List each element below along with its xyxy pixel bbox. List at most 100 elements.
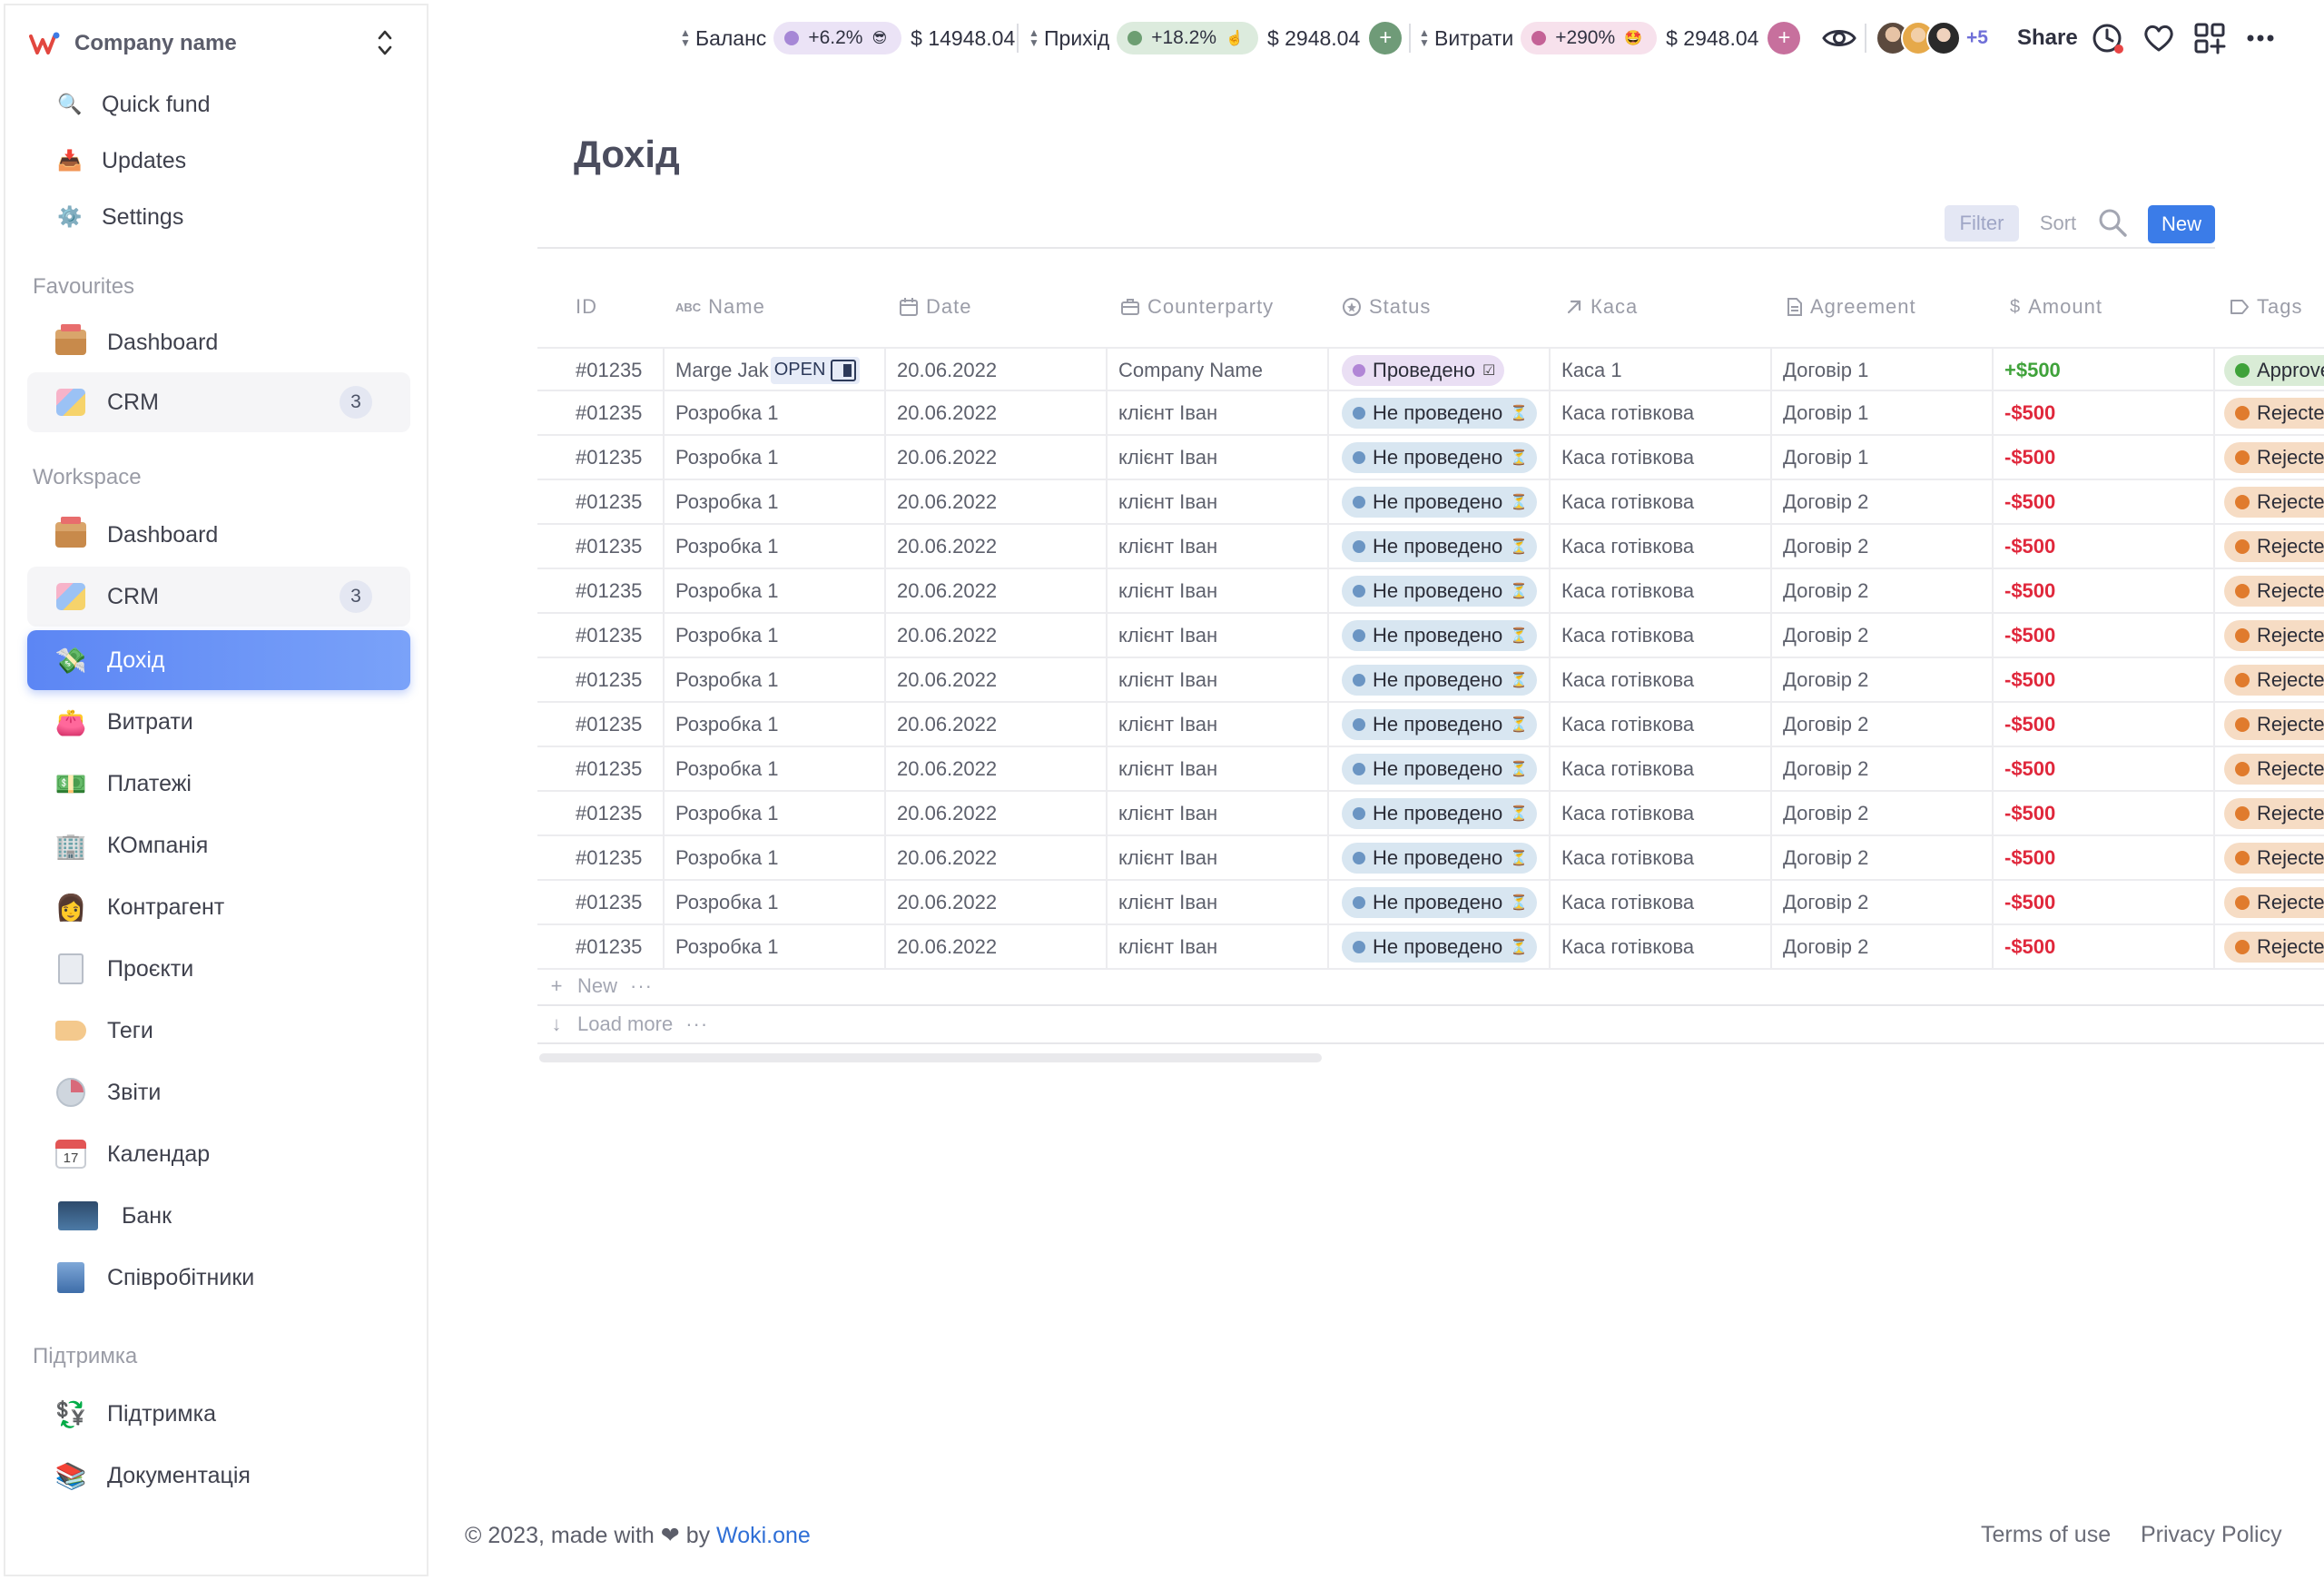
- cell-name[interactable]: Розробка 1: [665, 614, 886, 657]
- sidebar-item-settings[interactable]: ⚙️ Settings: [27, 194, 410, 240]
- cell-name[interactable]: Розробка 1: [665, 436, 886, 479]
- cell-amount[interactable]: -$500: [1994, 436, 2215, 479]
- cell-tags[interactable]: Rejected: [2215, 525, 2324, 568]
- sidebar-item-dashboard[interactable]: Dashboard: [27, 507, 410, 563]
- cell-tags[interactable]: Rejected: [2215, 391, 2324, 434]
- column-header-id[interactable]: ID: [576, 287, 597, 327]
- add-row-button[interactable]: + New ···: [547, 968, 653, 1004]
- sidebar-item-spivrobitnyky[interactable]: Співробітники: [27, 1249, 410, 1306]
- table-row[interactable]: #01235 Розробка 1 20.06.2022 клієнт Іван Не …: [537, 925, 2324, 970]
- table-row[interactable]: #01235 Розробка 1 20.06.2022 клієнт Іван Не …: [537, 836, 2324, 881]
- new-record-button[interactable]: New: [2148, 205, 2215, 243]
- search-icon[interactable]: [2097, 207, 2130, 240]
- cell-amount[interactable]: -$500: [1994, 925, 2215, 968]
- cell-kasa[interactable]: Каса готівкова: [1551, 881, 1772, 923]
- table-row[interactable]: #01235 Розробка 1 20.06.2022 клієнт Іван Не …: [537, 703, 2324, 747]
- cell-counterparty[interactable]: клієнт Іван: [1108, 925, 1329, 968]
- cell-kasa[interactable]: Каса готівкова: [1551, 925, 1772, 968]
- filter-button[interactable]: Filter: [1945, 205, 2019, 242]
- sidebar-item-fav-crm[interactable]: CRM 3: [27, 372, 410, 432]
- column-header-agreement[interactable]: Agreement: [1787, 287, 1916, 327]
- cell-counterparty[interactable]: клієнт Іван: [1108, 391, 1329, 434]
- cell-kasa[interactable]: Каса готівкова: [1551, 703, 1772, 746]
- brand-link[interactable]: Woki.one: [716, 1523, 811, 1548]
- cell-name[interactable]: Розробка 1: [665, 658, 886, 701]
- cell-counterparty[interactable]: клієнт Іван: [1108, 881, 1329, 923]
- cell-name[interactable]: Розробка 1: [665, 391, 886, 434]
- cell-status[interactable]: Не проведено ⏳: [1329, 747, 1551, 790]
- sidebar-item-quick-fund[interactable]: 🔍 Quick fund: [27, 82, 410, 127]
- sidebar-item-zvity[interactable]: Звіти: [27, 1064, 410, 1121]
- table-row[interactable]: #01235 Розробка 1 20.06.2022 клієнт Іван Не …: [537, 792, 2324, 836]
- cell-tags[interactable]: Rejected: [2215, 614, 2324, 657]
- sidebar-item-kompaniia[interactable]: 🏢 КОмпанія: [27, 817, 410, 874]
- column-header-kasa[interactable]: Каса: [1565, 287, 1638, 327]
- cell-tags[interactable]: Rejected: [2215, 792, 2324, 834]
- cell-amount[interactable]: -$500: [1994, 792, 2215, 834]
- sidebar-item-crm[interactable]: CRM 3: [27, 567, 410, 627]
- more-options-icon[interactable]: ···: [630, 974, 653, 998]
- cell-date[interactable]: 20.06.2022: [886, 569, 1108, 612]
- cell-counterparty[interactable]: клієнт Іван: [1108, 525, 1329, 568]
- cell-tags[interactable]: Rejected: [2215, 836, 2324, 879]
- cell-amount[interactable]: -$500: [1994, 881, 2215, 923]
- cell-date[interactable]: 20.06.2022: [886, 747, 1108, 790]
- cell-id[interactable]: #01235: [537, 747, 665, 790]
- cell-date[interactable]: 20.06.2022: [886, 614, 1108, 657]
- cell-amount[interactable]: +$500: [1994, 349, 2215, 391]
- cell-name[interactable]: Marge Jak OPEN: [665, 349, 886, 391]
- cell-kasa[interactable]: Каса готівкова: [1551, 569, 1772, 612]
- collaborator-avatars[interactable]: +5: [1876, 20, 1988, 56]
- cell-agreement[interactable]: Договір 2: [1772, 525, 1994, 568]
- metric-expenses[interactable]: ▲ ▼ Витрати +290% 🤩 $ 2948.04 +: [1418, 18, 1801, 58]
- cell-counterparty[interactable]: клієнт Іван: [1108, 836, 1329, 879]
- cell-kasa[interactable]: Каса готівкова: [1551, 792, 1772, 834]
- cell-date[interactable]: 20.06.2022: [886, 836, 1108, 879]
- cell-name[interactable]: Розробка 1: [665, 836, 886, 879]
- cell-status[interactable]: Не проведено ⏳: [1329, 614, 1551, 657]
- cell-status[interactable]: Не проведено ⏳: [1329, 569, 1551, 612]
- table-row[interactable]: #01235 Розробка 1 20.06.2022 клієнт Іван Не …: [537, 480, 2324, 525]
- add-income-button[interactable]: +: [1369, 22, 1403, 54]
- cell-name[interactable]: Розробка 1: [665, 881, 886, 923]
- cell-id[interactable]: #01235: [537, 658, 665, 701]
- more-options-icon[interactable]: [2242, 20, 2279, 56]
- cell-agreement[interactable]: Договір 1: [1772, 349, 1994, 391]
- sidebar-item-updates[interactable]: 📥 Updates: [27, 138, 410, 183]
- cell-amount[interactable]: -$500: [1994, 836, 2215, 879]
- more-options-icon[interactable]: ···: [685, 1012, 708, 1036]
- cell-counterparty[interactable]: клієнт Іван: [1108, 658, 1329, 701]
- cell-kasa[interactable]: Каса готівкова: [1551, 836, 1772, 879]
- cell-id[interactable]: #01235: [537, 436, 665, 479]
- table-row[interactable]: #01235 Розробка 1 20.06.2022 клієнт Іван Не …: [537, 614, 2324, 658]
- cell-status[interactable]: Не проведено ⏳: [1329, 525, 1551, 568]
- cell-amount[interactable]: -$500: [1994, 703, 2215, 746]
- sidebar-item-tehy[interactable]: Теги: [27, 1002, 410, 1059]
- terms-link[interactable]: Terms of use: [1981, 1522, 2111, 1548]
- cell-date[interactable]: 20.06.2022: [886, 349, 1108, 391]
- cell-tags[interactable]: Rejected: [2215, 569, 2324, 612]
- column-header-name[interactable]: ABC Name: [675, 287, 765, 327]
- cell-tags[interactable]: Approved: [2215, 349, 2324, 391]
- open-record-button[interactable]: OPEN: [770, 356, 861, 384]
- cell-tags[interactable]: Rejected: [2215, 480, 2324, 523]
- cell-date[interactable]: 20.06.2022: [886, 480, 1108, 523]
- cell-counterparty[interactable]: клієнт Іван: [1108, 614, 1329, 657]
- cell-agreement[interactable]: Договір 1: [1772, 436, 1994, 479]
- sidebar-item-bank[interactable]: Банк: [27, 1188, 410, 1244]
- cell-date[interactable]: 20.06.2022: [886, 391, 1108, 434]
- cell-amount[interactable]: -$500: [1994, 569, 2215, 612]
- metric-balance[interactable]: ▲ ▼ Баланс +6.2% 😎 $ 14948.04: [679, 18, 1024, 58]
- cell-date[interactable]: 20.06.2022: [886, 925, 1108, 968]
- cell-amount[interactable]: -$500: [1994, 391, 2215, 434]
- cell-id[interactable]: #01235: [537, 525, 665, 568]
- cell-counterparty[interactable]: клієнт Іван: [1108, 480, 1329, 523]
- cell-counterparty[interactable]: клієнт Іван: [1108, 569, 1329, 612]
- cell-agreement[interactable]: Договір 2: [1772, 925, 1994, 968]
- cell-status[interactable]: Не проведено ⏳: [1329, 391, 1551, 434]
- cell-date[interactable]: 20.06.2022: [886, 703, 1108, 746]
- table-row[interactable]: #01235 Розробка 1 20.06.2022 клієнт Іван Не …: [537, 569, 2324, 614]
- cell-name[interactable]: Розробка 1: [665, 569, 886, 612]
- column-header-status[interactable]: Status: [1342, 287, 1431, 327]
- cell-counterparty[interactable]: клієнт Іван: [1108, 436, 1329, 479]
